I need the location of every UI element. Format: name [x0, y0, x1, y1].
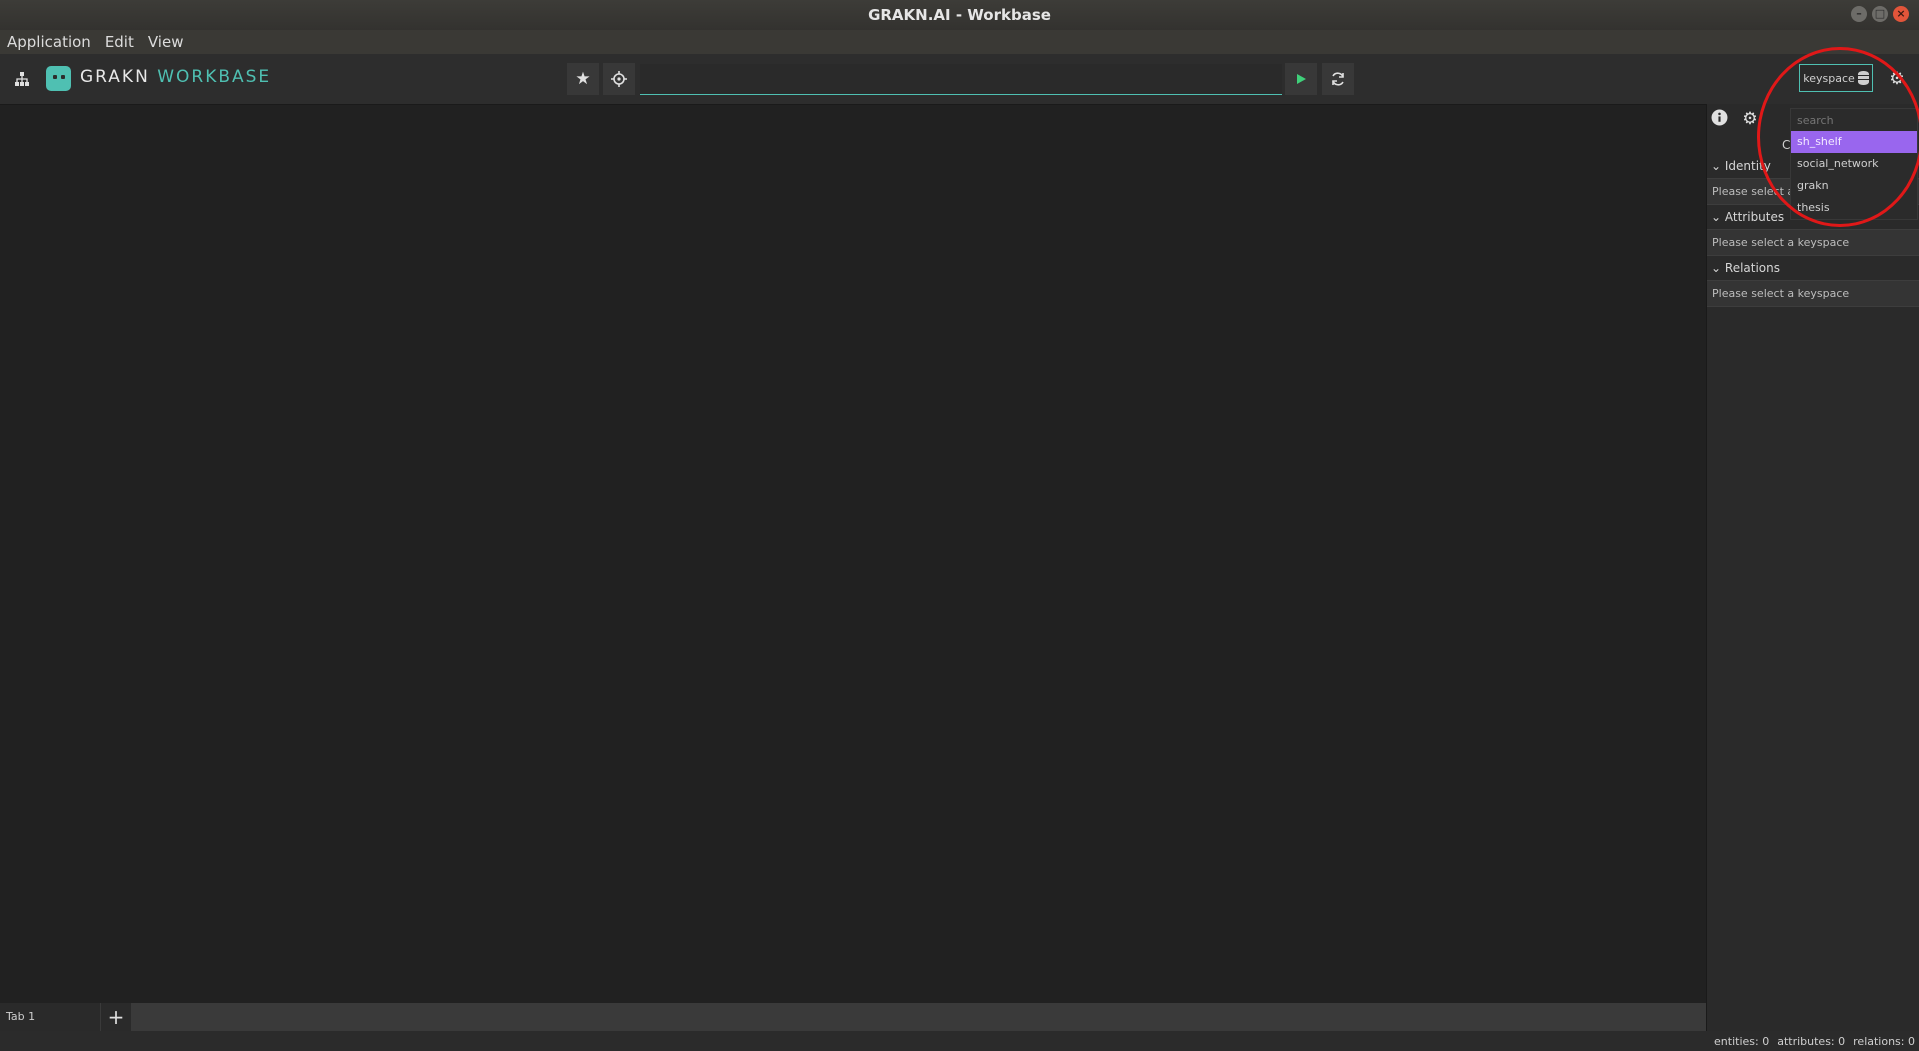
attributes-count: attributes: 0 — [1777, 1035, 1846, 1048]
keyspace-option[interactable]: social_network — [1791, 153, 1917, 175]
attributes-title: Attributes — [1724, 210, 1785, 224]
chevron-down-icon: ⌄ — [1711, 159, 1722, 173]
window-title: GRAKN.AI - Workbase — [868, 6, 1051, 24]
keyspace-search-input[interactable] — [1793, 111, 1913, 129]
info-icon — [1711, 109, 1727, 126]
crosshair-icon — [611, 71, 627, 87]
sitemap-icon — [15, 72, 29, 86]
logo-accent: WORKBASE — [157, 67, 272, 87]
right-panel: ⚙ C ⌄ Identity Please select a keyspace … — [1706, 104, 1919, 1031]
app-logo-text: GRAKN WORKBASE — [80, 67, 271, 87]
menu-edit[interactable]: Edit — [98, 33, 141, 51]
menu-bar: Application Edit View — [0, 30, 1919, 54]
panel-settings-tab[interactable]: ⚙ — [1740, 109, 1760, 129]
maximize-button[interactable]: □ — [1872, 6, 1888, 22]
chevron-down-icon: ⌄ — [1711, 210, 1722, 224]
run-query-button[interactable] — [1285, 63, 1317, 95]
relations-section: ⌄ Relations Please select a keyspace — [1707, 256, 1919, 307]
attributes-body: Please select a keyspace — [1707, 229, 1919, 256]
gear-icon: ⚙ — [1889, 69, 1905, 89]
info-tab[interactable] — [1709, 109, 1729, 129]
chevron-down-icon: ⌄ — [1711, 261, 1722, 275]
star-icon: ★ — [575, 69, 591, 89]
tab-1[interactable]: Tab 1 — [0, 1003, 100, 1031]
keyspace-selector[interactable]: keyspace — [1799, 64, 1873, 92]
logo-main: GRAKN — [80, 67, 150, 87]
play-icon — [1297, 74, 1306, 84]
settings-button[interactable]: ⚙ — [1881, 63, 1913, 95]
minimize-button[interactable]: – — [1851, 6, 1867, 22]
close-button[interactable]: × — [1893, 6, 1909, 22]
menu-application[interactable]: Application — [0, 33, 98, 51]
window-controls: – □ × — [1851, 6, 1909, 22]
relations-count: relations: 0 — [1853, 1035, 1915, 1048]
favorites-button[interactable]: ★ — [567, 63, 599, 95]
keyspace-option[interactable]: thesis — [1791, 197, 1917, 219]
keyspace-dropdown: sh_shelf social_network grakn thesis — [1790, 108, 1918, 220]
keyspace-option[interactable]: grakn — [1791, 175, 1917, 197]
relations-body: Please select a keyspace — [1707, 280, 1919, 307]
toolbar: GRAKN WORKBASE ★ keyspace ⚙ — [0, 54, 1919, 105]
query-input[interactable] — [640, 64, 1282, 95]
refresh-button[interactable] — [1322, 63, 1354, 95]
keyspace-option[interactable]: sh_shelf — [1791, 131, 1917, 153]
locate-button[interactable] — [603, 63, 635, 95]
relations-title: Relations — [1724, 261, 1780, 275]
grakn-logo-icon — [46, 66, 71, 91]
refresh-icon — [1332, 72, 1344, 86]
schema-design-button[interactable] — [6, 63, 38, 95]
entities-count: entities: 0 — [1714, 1035, 1770, 1048]
keyspace-label: keyspace — [1803, 71, 1855, 85]
relations-header[interactable]: ⌄ Relations — [1707, 256, 1919, 280]
identity-title: Identity — [1724, 159, 1771, 173]
gear-icon: ⚙ — [1742, 109, 1758, 129]
window-titlebar: GRAKN.AI - Workbase – □ × — [0, 0, 1919, 30]
add-tab-button[interactable]: + — [100, 1003, 131, 1031]
menu-view[interactable]: View — [141, 33, 191, 51]
database-icon — [1857, 71, 1869, 85]
status-bar: entities: 0 attributes: 0 relations: 0 — [0, 1031, 1919, 1051]
tab-bar: Tab 1 + — [0, 1003, 1706, 1031]
